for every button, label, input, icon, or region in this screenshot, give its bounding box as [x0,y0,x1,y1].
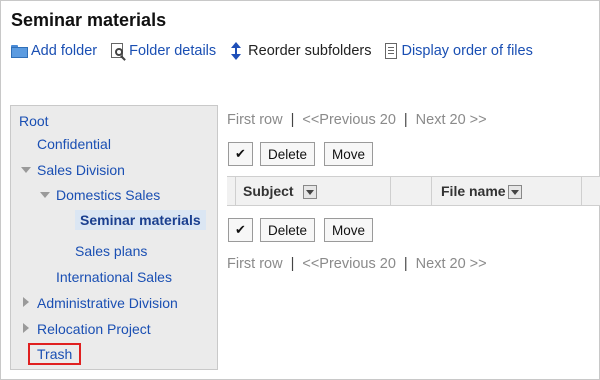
tree-item-international-sales[interactable]: International Sales [56,269,172,285]
display-order-link[interactable]: Display order of files [385,43,533,59]
add-folder-label: Add folder [31,43,98,59]
document-list-icon [385,43,398,59]
pager-separator: | [290,256,295,272]
expand-arrow-icon[interactable] [40,192,50,198]
up-down-arrow-icon [230,42,242,60]
select-all-checkbox-button-bottom[interactable]: ✔ [228,218,253,242]
add-folder-link[interactable]: Add folder [11,43,97,59]
header-file-name-column: File name [432,177,582,205]
file-table-header: Subject File name [227,176,600,206]
previous-20-link[interactable]: <<Previous 20 [302,256,396,272]
subject-header-label: Subject [243,183,294,199]
collapse-arrow-icon[interactable] [23,323,29,333]
folder-details-label: Folder details [129,43,217,59]
page-title: Seminar materials [11,10,167,30]
tree-item-administrative-division[interactable]: Administrative Division [37,295,178,311]
expand-arrow-icon[interactable] [21,167,31,173]
tree-item-sales-plans[interactable]: Sales plans [75,243,147,259]
reorder-subfolders-label: Reorder subfolders [248,43,372,59]
file-name-sort-dropdown-icon[interactable] [508,185,522,199]
tree-item-confidential[interactable]: Confidential [37,136,111,152]
select-all-checkbox-button[interactable]: ✔ [228,142,253,166]
folder-details-link[interactable]: Folder details [111,42,217,61]
move-button[interactable]: Move [324,142,373,166]
header-checkbox-column [227,177,236,205]
first-row-link[interactable]: First row [227,256,283,272]
header-subject-column: Subject [236,177,391,205]
tree-item-root[interactable]: Root [19,113,49,129]
tree-item-seminar-materials[interactable]: Seminar materials [75,210,206,230]
delete-button[interactable]: Delete [260,142,315,166]
folder-tree: Root Confidential Sales Division Domesti… [10,105,218,370]
next-20-link[interactable]: Next 20 >> [416,112,487,128]
reorder-subfolders-link[interactable]: Reorder subfolders [230,42,371,60]
document-magnifier-icon [111,42,126,61]
next-20-link[interactable]: Next 20 >> [416,256,487,272]
collapse-arrow-icon[interactable] [23,297,29,307]
tree-item-sales-division[interactable]: Sales Division [37,162,125,178]
pager-bottom: First row | <<Previous 20 | Next 20 >> [227,256,487,272]
folder-icon [11,44,28,58]
pager-separator: | [290,112,295,128]
first-row-link[interactable]: First row [227,112,283,128]
tree-item-domestics-sales[interactable]: Domestics Sales [56,187,160,203]
display-order-label: Display order of files [401,43,533,59]
subject-sort-dropdown-icon[interactable] [303,185,317,199]
header-blank-column [391,177,432,205]
pager-separator: | [403,256,408,272]
toolbar: Add folder Folder details Reorder subfol… [11,41,547,61]
delete-button-bottom[interactable]: Delete [260,218,315,242]
tree-item-trash[interactable]: Trash [28,343,82,365]
pager-separator: | [403,112,408,128]
pager-top: First row | <<Previous 20 | Next 20 >> [227,112,487,128]
previous-20-link[interactable]: <<Previous 20 [302,112,396,128]
tree-item-relocation-project[interactable]: Relocation Project [37,321,151,337]
move-button-bottom[interactable]: Move [324,218,373,242]
file-name-header-label: File name [441,183,506,199]
